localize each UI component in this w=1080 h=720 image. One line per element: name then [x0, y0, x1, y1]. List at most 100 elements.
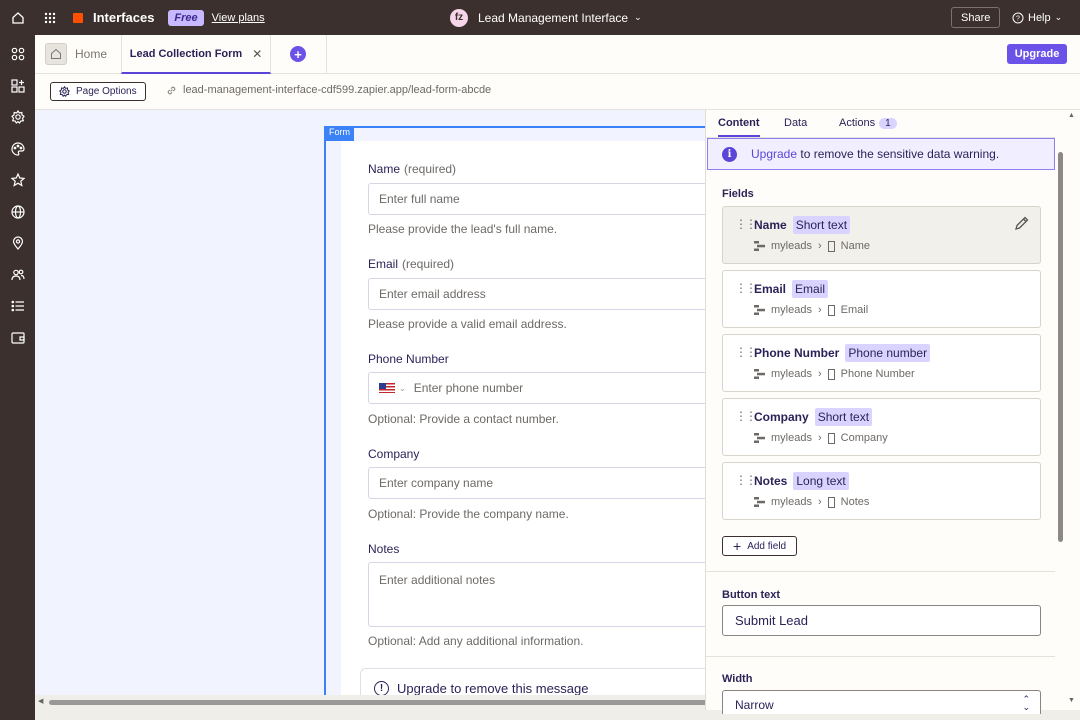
home-icon[interactable]	[0, 0, 35, 35]
alert-icon: !	[374, 680, 389, 695]
tab-content[interactable]: Content	[718, 117, 760, 137]
plan-badge: Free	[168, 9, 204, 26]
add-field-label: Add field	[747, 540, 787, 552]
tab-divider	[326, 35, 327, 74]
drag-handle-icon[interactable]: ⋮⋮	[735, 281, 757, 295]
tab-data[interactable]: Data	[784, 117, 807, 129]
field-card-name[interactable]: ⋮⋮ Name Short text myleads › Name	[722, 206, 1041, 264]
close-icon[interactable]: ✕	[252, 47, 262, 61]
add-component-icon[interactable]	[9, 77, 26, 94]
project-switcher[interactable]: fz Lead Management Interface ⌄	[450, 0, 642, 35]
tab-actions[interactable]: Actions 1	[839, 117, 897, 129]
scroll-left-icon[interactable]: ◀	[38, 697, 43, 705]
panel-tabs: Content Data Actions 1	[706, 110, 1071, 138]
vertical-scroll-thumb[interactable]	[1058, 152, 1063, 542]
upgrade-message-text: Upgrade to remove this message	[397, 680, 589, 696]
add-page-button[interactable]: +	[290, 46, 306, 62]
home-icon	[45, 43, 67, 65]
field-column: Company	[840, 432, 888, 444]
drag-handle-icon[interactable]: ⋮⋮	[735, 345, 757, 359]
location-pin-icon[interactable]	[9, 234, 26, 251]
scroll-up-icon[interactable]: ▲	[1068, 112, 1075, 119]
add-field-button[interactable]: + Add field	[722, 536, 798, 556]
edit-pencil-icon[interactable]	[1014, 215, 1030, 231]
drag-handle-icon[interactable]: ⋮⋮	[735, 217, 757, 231]
drag-handle-icon[interactable]: ⋮⋮	[735, 473, 757, 487]
scroll-down-icon[interactable]: ▼	[1068, 697, 1075, 704]
field-card-phone[interactable]: ⋮⋮ Phone Number Phone number myleads › Pho…	[722, 334, 1041, 392]
company-input[interactable]: Enter company name	[368, 467, 705, 499]
table-icon	[754, 369, 765, 379]
divider	[706, 656, 1056, 657]
view-plans-link[interactable]: View plans	[212, 12, 265, 24]
components-icon[interactable]	[9, 45, 26, 62]
field-column: Phone Number	[840, 368, 915, 380]
field-table: myleads	[771, 240, 812, 252]
email-input[interactable]: Enter email address	[368, 278, 705, 310]
palette-icon[interactable]	[9, 140, 26, 157]
settings-icon[interactable]	[9, 108, 26, 125]
globe-icon[interactable]	[9, 203, 26, 220]
actions-count-badge: 1	[879, 118, 897, 129]
help-button[interactable]: ? Help ⌄	[1012, 7, 1062, 28]
form-tag[interactable]: Form	[325, 126, 354, 141]
phone-help: Optional: Provide a contact number.	[368, 412, 559, 426]
field-card-company[interactable]: ⋮⋮ Company Short text myleads › Company	[722, 398, 1041, 456]
warning-text: Upgrade to remove the sensitive data war…	[751, 147, 1000, 161]
column-icon	[827, 368, 835, 380]
width-select[interactable]: Narrow ⌃ ⌄	[722, 690, 1041, 714]
share-button[interactable]: Share	[951, 7, 1001, 28]
field-type-chip: Email	[792, 280, 829, 298]
email-label: Email (required)	[368, 257, 455, 271]
fields-title: Fields	[722, 188, 754, 200]
wallet-icon[interactable]	[9, 329, 26, 346]
tab-lead-collection-form[interactable]: Lead Collection Form ✕	[121, 35, 271, 74]
table-icon	[754, 305, 765, 315]
upgrade-message[interactable]: ! Upgrade to remove this message	[360, 668, 705, 695]
notes-textarea[interactable]: Enter additional notes	[368, 562, 705, 627]
tab-home[interactable]: Home	[45, 42, 107, 66]
field-column: Name	[840, 240, 870, 252]
field-name: Phone Number	[754, 346, 840, 360]
phone-input[interactable]: ⌄ Enter phone number	[368, 372, 705, 404]
apps-grid-icon[interactable]	[35, 12, 65, 24]
field-table: myleads	[771, 368, 812, 380]
field-card-email[interactable]: ⋮⋮ Email Email myleads › Email	[722, 270, 1041, 328]
field-column: Notes	[840, 496, 870, 508]
list-icon[interactable]	[9, 297, 26, 314]
upgrade-link[interactable]: Upgrade	[751, 147, 797, 161]
chevron-right-icon: ›	[817, 432, 822, 444]
column-icon	[827, 432, 835, 444]
tab-label: Lead Collection Form	[129, 47, 243, 60]
field-table: myleads	[771, 304, 812, 316]
users-icon[interactable]	[9, 266, 26, 283]
table-icon	[754, 433, 765, 443]
button-text-input[interactable]: Submit Lead	[722, 605, 1041, 636]
field-type-chip: Phone number	[845, 344, 931, 362]
name-input[interactable]: Enter full name	[368, 183, 705, 215]
star-icon[interactable]	[9, 171, 26, 188]
button-text-label: Button text	[722, 589, 781, 601]
company-help: Optional: Provide the company name.	[368, 507, 569, 521]
page-url[interactable]: lead-management-interface-cdf599.zapier.…	[166, 84, 491, 96]
name-help: Please provide the lead's full name.	[368, 222, 558, 236]
drag-handle-icon[interactable]: ⋮⋮	[735, 409, 757, 423]
horizontal-scrollbar[interactable]: ◀	[35, 695, 709, 720]
left-rail	[0, 35, 35, 720]
app-name: Interfaces	[93, 10, 155, 25]
svg-text:?: ?	[1016, 15, 1020, 22]
tab-home-label: Home	[75, 47, 108, 61]
sensitive-data-warning: i Upgrade to remove the sensitive data w…	[707, 138, 1055, 170]
page-canvas: Form Name (required) Enter full name Plea…	[35, 110, 705, 695]
page-options-button[interactable]: Page Options	[50, 82, 146, 101]
table-icon	[754, 241, 765, 251]
field-card-notes[interactable]: ⋮⋮ Notes Long text myleads › Notes	[722, 462, 1041, 520]
upgrade-button[interactable]: Upgrade	[1007, 44, 1067, 64]
field-type-chip: Short text	[814, 408, 873, 426]
vertical-scrollbar[interactable]: ▲ ▼	[1055, 110, 1080, 710]
us-flag-icon[interactable]	[379, 383, 395, 393]
project-title: Lead Management Interface	[478, 10, 629, 25]
chevron-down-icon: ⌄	[1054, 12, 1063, 22]
url-bar: Page Options lead-management-interface-c…	[35, 74, 1080, 110]
horizontal-scroll-thumb[interactable]	[49, 700, 709, 705]
